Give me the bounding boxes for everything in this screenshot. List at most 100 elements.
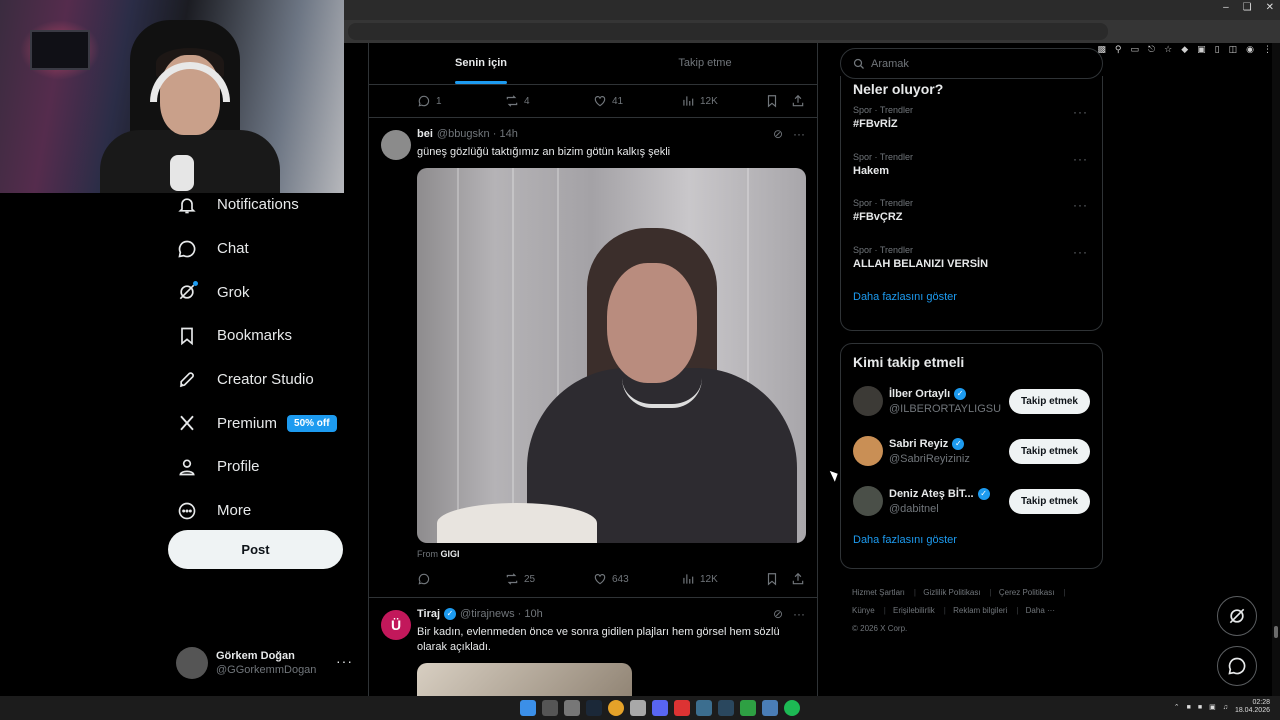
follow-suggestion[interactable]: İlber Ortaylı ✓ @ILBERORTAYLIGSU Takip et… xyxy=(841,376,1102,426)
minimize-icon[interactable]: – xyxy=(1223,2,1229,13)
tab-following[interactable]: Takip etme xyxy=(593,43,817,84)
page-scrollbar[interactable] xyxy=(1272,43,1280,696)
grok-icon[interactable]: ⊘ xyxy=(773,607,783,621)
zoom-icon[interactable]: ⚲ xyxy=(1115,44,1122,55)
repost-button[interactable]: 25 xyxy=(505,572,593,586)
tweet-author-handle[interactable]: @bbugskn xyxy=(437,128,490,140)
footer-link[interactable]: Reklam bilgileri xyxy=(953,606,1007,615)
follow-button[interactable]: Takip etmek xyxy=(1008,388,1090,414)
trend-item[interactable]: Spor · Trendler ALLAH BELANIZI VERSİN ··… xyxy=(841,237,1102,284)
footer-link[interactable]: Çerez Politikası xyxy=(999,588,1055,597)
clock[interactable]: 02:28 18.04.2026 xyxy=(1235,699,1270,715)
tweet-author-handle[interactable]: @tirajnews xyxy=(460,608,515,620)
avatar[interactable] xyxy=(853,386,883,416)
footer-link[interactable]: Erişilebilirlik xyxy=(893,606,935,615)
search-icon[interactable] xyxy=(542,700,558,716)
who-show-more-link[interactable]: Daha fazlasını göster xyxy=(841,526,1102,554)
footer-link[interactable]: Gizlilik Politikası xyxy=(923,588,980,597)
views-button[interactable]: 12K xyxy=(681,572,769,586)
follow-button[interactable]: Takip etmek xyxy=(1008,438,1090,464)
steam-icon[interactable] xyxy=(718,700,734,716)
more-dots-icon[interactable]: ··· xyxy=(336,653,353,669)
tweet-image[interactable] xyxy=(417,663,632,696)
trend-item[interactable]: Spor · Trendler #FBvÇRZ ··· xyxy=(841,190,1102,237)
follow-suggestion[interactable]: Sabri Reyiz ✓ @SabriReyiziniz Takip etmek xyxy=(841,426,1102,476)
footer-link[interactable]: Hizmet Şartları xyxy=(852,588,905,597)
nav-creator-studio[interactable]: Creator Studio xyxy=(168,358,358,402)
trend-item[interactable]: Spor · Trendler #FBvRİZ ··· xyxy=(841,97,1102,144)
volume-icon[interactable]: ♫ xyxy=(1223,704,1228,711)
more-dots-icon[interactable]: ··· xyxy=(793,127,805,141)
tray-icon[interactable]: ■ xyxy=(1187,704,1191,711)
nav-bookmarks[interactable]: Bookmarks xyxy=(168,314,358,358)
tweet-author-name[interactable]: bei xyxy=(417,128,433,140)
app-icon[interactable] xyxy=(564,700,580,716)
grok-fab-button[interactable] xyxy=(1217,596,1257,636)
follow-button[interactable]: Takip etmek xyxy=(1008,488,1090,514)
extension-icon[interactable]: ▣ xyxy=(1197,44,1206,55)
steam-icon[interactable] xyxy=(586,700,602,716)
app-icon[interactable] xyxy=(696,700,712,716)
trend-item[interactable]: Spor · Trendler Hakem ··· xyxy=(841,144,1102,191)
chat-fab-button[interactable] xyxy=(1217,646,1257,686)
footer-link[interactable]: Daha ··· xyxy=(1026,606,1055,615)
menu-icon[interactable]: ⋮ xyxy=(1263,44,1272,55)
follow-suggestion[interactable]: Deniz Ateş BİT... ✓ @dabitnel Takip etmek xyxy=(841,476,1102,526)
app-icon[interactable] xyxy=(740,700,756,716)
profile-icon[interactable]: ◉ xyxy=(1246,44,1254,55)
puzzle-icon[interactable]: ▯ xyxy=(1215,44,1220,55)
footer-link[interactable]: Künye xyxy=(852,606,875,615)
more-dots-icon[interactable]: ··· xyxy=(793,607,805,621)
repost-button[interactable]: 4 xyxy=(505,94,593,108)
post-button[interactable]: Post xyxy=(168,530,343,569)
avatar[interactable] xyxy=(381,130,411,160)
account-switcher[interactable]: Görkem Doğan @GGorkemmDogan ··· xyxy=(176,645,356,681)
bookmark-icon[interactable] xyxy=(765,572,779,586)
discord-icon[interactable] xyxy=(652,700,668,716)
bookmark-icon[interactable] xyxy=(765,94,779,108)
star-icon[interactable]: ☆ xyxy=(1164,44,1172,55)
app-icon[interactable] xyxy=(762,700,778,716)
suggestion-name[interactable]: Sabri Reyiz xyxy=(889,438,948,450)
close-icon[interactable]: ✕ xyxy=(1266,2,1274,13)
app-icon[interactable] xyxy=(674,700,690,716)
tray-icon[interactable]: ■ xyxy=(1198,704,1202,711)
tweet[interactable]: bei @bbugskn · 14h ⊘ ··· güneş gözlüğü t… xyxy=(369,118,817,559)
share-icon[interactable] xyxy=(791,94,805,108)
nav-chat[interactable]: Chat xyxy=(168,227,358,271)
search-box[interactable] xyxy=(840,48,1103,79)
restore-icon[interactable]: ❏ xyxy=(1243,2,1252,13)
search-input[interactable] xyxy=(871,57,1071,70)
address-bar[interactable] xyxy=(348,23,1108,40)
from-source[interactable]: GIGI xyxy=(441,549,460,559)
tweet-time[interactable]: 10h xyxy=(524,608,542,620)
sidebar-icon[interactable]: ◫ xyxy=(1229,44,1238,55)
like-button[interactable]: 643 xyxy=(593,572,681,586)
cast-icon[interactable]: ▭ xyxy=(1131,44,1140,55)
avatar[interactable] xyxy=(853,486,883,516)
share-icon[interactable]: ⎋ xyxy=(1148,44,1155,55)
suggestion-name[interactable]: Deniz Ateş BİT... xyxy=(889,488,974,500)
spotify-icon[interactable] xyxy=(784,700,800,716)
more-dots-icon[interactable]: ··· xyxy=(1073,198,1088,212)
tweet-time[interactable]: 14h xyxy=(499,128,517,140)
avatar[interactable]: Ü xyxy=(381,610,411,640)
nav-premium[interactable]: Premium 50% off xyxy=(168,401,358,445)
more-dots-icon[interactable]: ··· xyxy=(1073,105,1088,119)
suggestion-name[interactable]: İlber Ortaylı xyxy=(889,388,950,400)
nav-more[interactable]: More xyxy=(168,489,358,533)
share-icon[interactable] xyxy=(791,572,805,586)
app-icon[interactable] xyxy=(630,700,646,716)
like-button[interactable]: 41 xyxy=(593,94,681,108)
tweet-video[interactable] xyxy=(417,168,806,543)
more-dots-icon[interactable]: ··· xyxy=(1073,152,1088,166)
extension-icon[interactable]: ◆ xyxy=(1181,44,1188,55)
tweet[interactable]: Ü Tiraj ✓ @tirajnews · 10h ⊘ ··· Bir kad… xyxy=(369,597,817,696)
trends-show-more-link[interactable]: Daha fazlasını göster xyxy=(841,283,1102,311)
tab-for-you[interactable]: Senin için xyxy=(369,43,593,84)
grok-icon[interactable]: ⊘ xyxy=(773,127,783,141)
reply-button[interactable] xyxy=(417,572,505,586)
reply-button[interactable]: 1 xyxy=(417,94,505,108)
chrome-icon[interactable] xyxy=(608,700,624,716)
start-icon[interactable] xyxy=(520,700,536,716)
